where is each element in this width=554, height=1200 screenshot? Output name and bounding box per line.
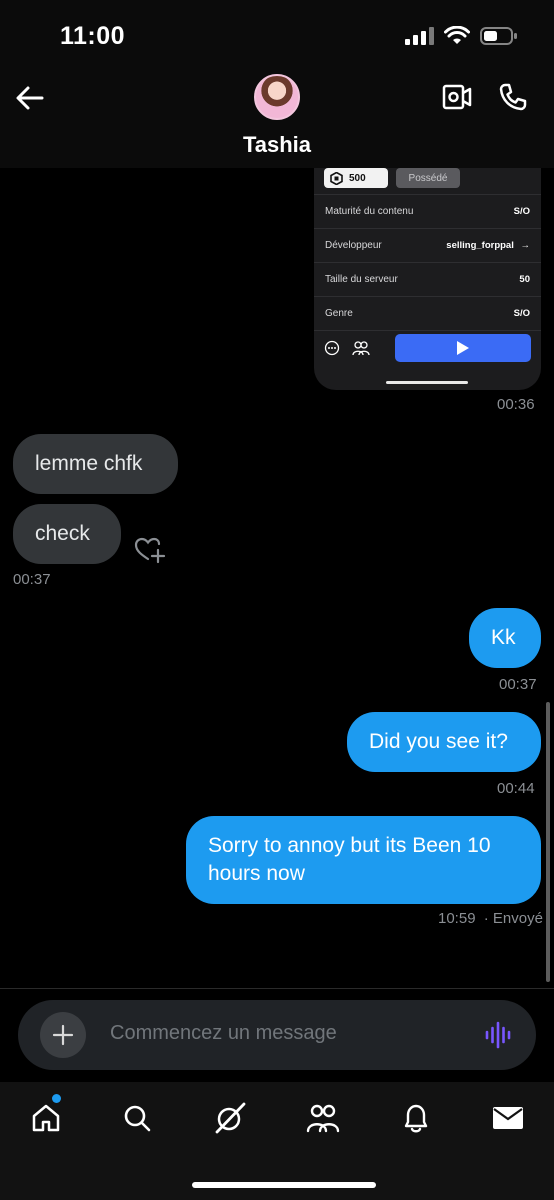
phone-call-icon[interactable]	[498, 82, 528, 112]
home-icon	[32, 1104, 60, 1132]
battery-icon	[480, 27, 517, 45]
signal-icon	[405, 27, 434, 45]
status-time: 11:00	[60, 22, 126, 50]
add-reaction-icon[interactable]	[134, 536, 166, 564]
more-options-icon[interactable]	[324, 340, 340, 356]
video-call-icon[interactable]	[442, 84, 472, 110]
nav-grok[interactable]	[212, 1100, 248, 1136]
nav-search[interactable]	[119, 1100, 155, 1136]
price-value: 500	[349, 172, 366, 184]
message-timestamp: 00:36	[497, 396, 535, 413]
message-input[interactable]	[110, 1022, 450, 1045]
avatar[interactable]	[254, 74, 300, 120]
message-meta: 10:59 · Envoyé	[438, 910, 543, 927]
card-row-maturity: Maturité du contenu S/O	[314, 194, 541, 228]
arrow-right-icon: →	[520, 240, 531, 251]
price-pill: 500	[324, 168, 388, 188]
nav-messages[interactable]	[490, 1100, 526, 1136]
party-icon[interactable]	[352, 340, 370, 356]
card-price-row: 500 Possédé	[314, 168, 541, 194]
message-bubble-outgoing[interactable]: Did you see it?	[347, 712, 541, 772]
message-bubble-outgoing[interactable]: Kk	[469, 608, 541, 668]
message-bubble-outgoing[interactable]: Sorry to annoy but its Been 10 hours now	[186, 816, 541, 904]
card-row-genre: Genre S/O	[314, 296, 541, 330]
message-timestamp: 00:37	[499, 676, 537, 693]
play-icon	[457, 340, 469, 355]
message-timestamp: 00:37	[13, 571, 51, 588]
message-bubble-incoming[interactable]: lemme chfk	[13, 434, 178, 494]
status-icons	[404, 26, 518, 46]
row-label: Genre	[325, 308, 353, 319]
grok-icon	[215, 1102, 246, 1134]
nav-communities[interactable]	[305, 1100, 341, 1136]
card-home-indicator	[386, 381, 468, 384]
message-timestamp: 00:44	[497, 780, 535, 797]
communities-icon	[306, 1104, 340, 1133]
row-value: S/O	[513, 308, 530, 319]
conversation-header: 11:00 Tashia	[0, 0, 554, 168]
delivery-status: · Envoyé	[483, 910, 543, 927]
play-button[interactable]	[395, 333, 531, 362]
row-label: Maturité du contenu	[325, 206, 414, 217]
search-icon	[124, 1105, 151, 1132]
message-composer	[18, 1000, 536, 1070]
card-actions	[314, 330, 541, 364]
nav-notifications[interactable]	[398, 1100, 434, 1136]
shared-game-card[interactable]: 500 Possédé Maturité du contenu S/O Déve…	[314, 168, 541, 390]
row-value: selling_forppal	[446, 240, 514, 251]
wifi-icon	[444, 26, 470, 44]
notifications-icon	[404, 1104, 428, 1133]
back-arrow-icon[interactable]	[14, 82, 46, 114]
owned-pill: Possédé	[396, 168, 460, 188]
row-value: 50	[519, 274, 530, 285]
row-value: S/O	[513, 206, 530, 217]
card-row-developer[interactable]: Développeur selling_forppal →	[314, 228, 541, 262]
messages-icon	[493, 1107, 523, 1129]
status-bar: 11:00	[0, 0, 554, 70]
message-timestamp: 10:59	[438, 910, 476, 927]
contact-name[interactable]: Tashia	[0, 132, 554, 158]
voice-message-icon[interactable]	[484, 1020, 514, 1050]
plus-icon	[52, 1024, 74, 1046]
card-row-server-size: Taille du serveur 50	[314, 262, 541, 296]
message-bubble-incoming[interactable]: check	[13, 504, 121, 564]
notification-dot	[52, 1094, 61, 1103]
row-label: Développeur	[325, 240, 382, 251]
robux-icon	[330, 171, 343, 185]
add-attachment-button[interactable]	[40, 1012, 86, 1058]
home-indicator	[192, 1182, 376, 1188]
row-label: Taille du serveur	[325, 274, 398, 285]
scrollbar[interactable]	[546, 702, 550, 982]
developer-link[interactable]: selling_forppal →	[446, 240, 530, 251]
nav-home[interactable]	[28, 1100, 64, 1136]
